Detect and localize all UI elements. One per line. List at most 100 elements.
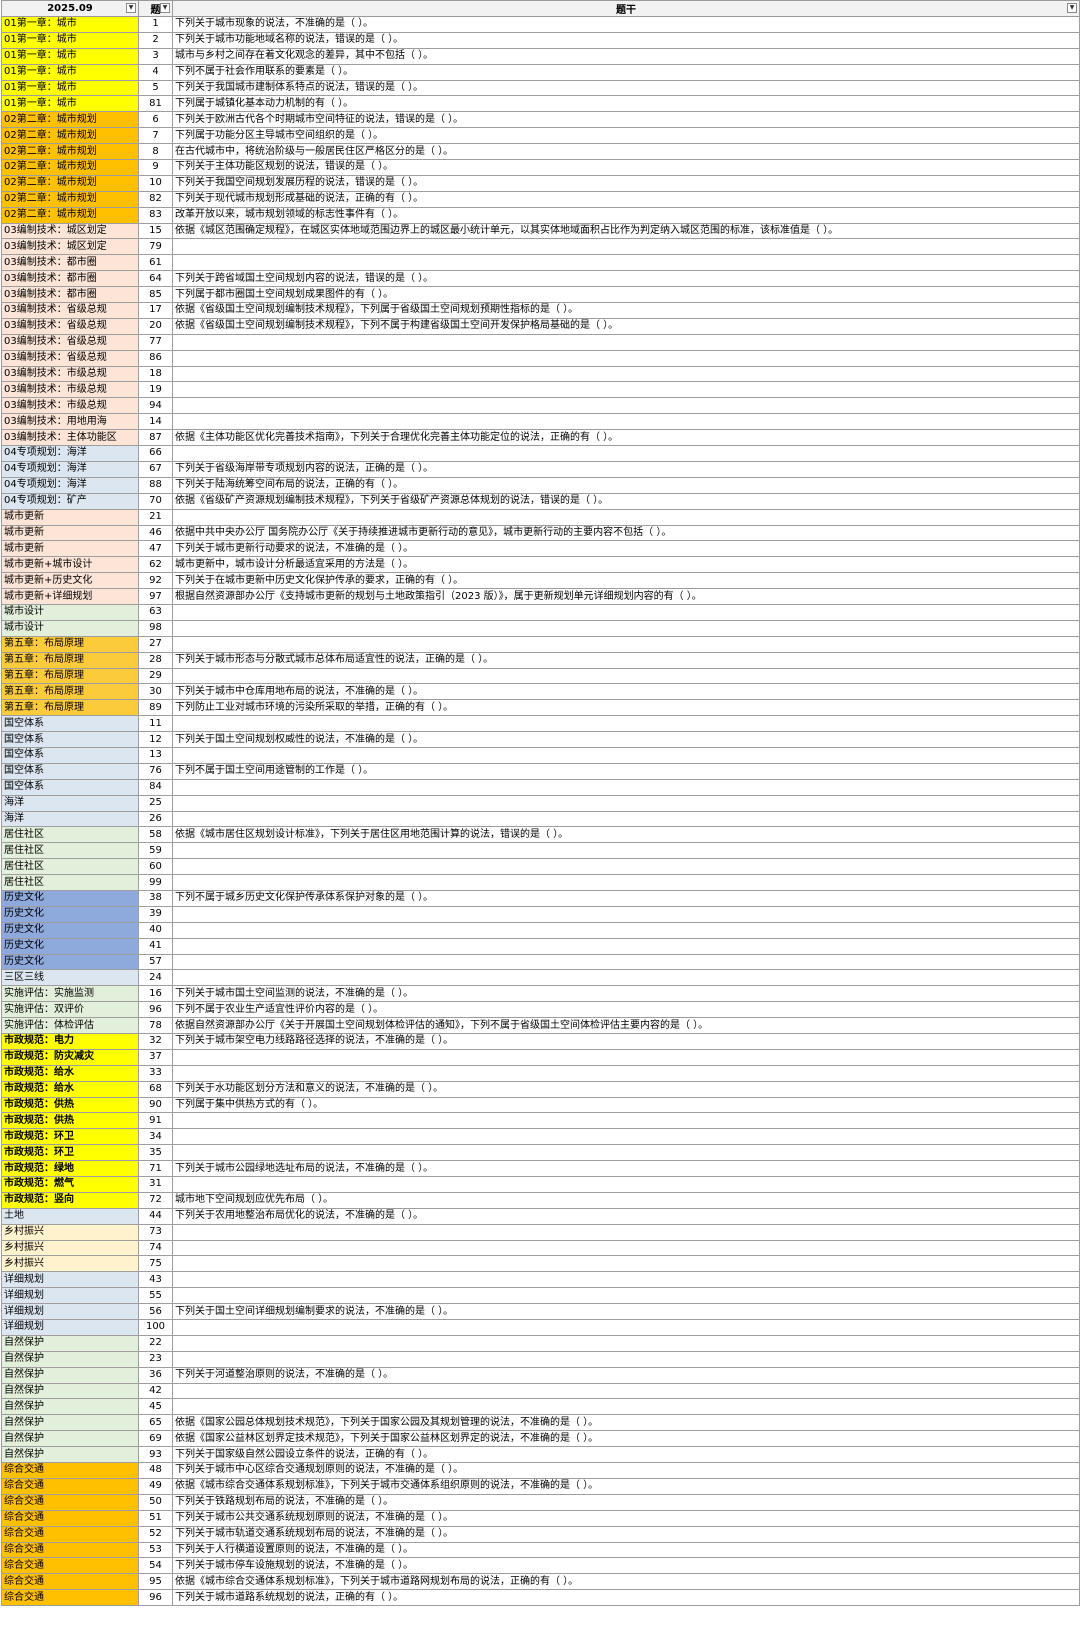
question-cell[interactable] bbox=[172, 858, 1080, 876]
question-cell[interactable]: 下列属于集中供热方式的有（ ）。 bbox=[172, 1096, 1080, 1114]
number-cell[interactable]: 9 bbox=[138, 159, 173, 176]
question-cell[interactable] bbox=[172, 1319, 1080, 1336]
table-row[interactable]: 城市更新 46 依据中共中央办公厅 国务院办公厅《关于持续推进城市更新行动的意见》，… bbox=[1, 524, 1080, 542]
question-cell[interactable] bbox=[172, 1144, 1080, 1162]
category-cell[interactable]: 02第二章：城市规划 bbox=[1, 159, 139, 176]
category-cell[interactable]: 市政规范：绿地 bbox=[1, 1160, 139, 1178]
table-row[interactable]: 土地 44 下列关于农用地整治布局优化的说法，不准确的是（ ）。 bbox=[1, 1207, 1080, 1225]
category-cell[interactable]: 综合交通 bbox=[1, 1557, 139, 1575]
table-row[interactable]: 第五章：布局原理 89 下列防止工业对城市环境的污染所采取的举措，正确的有（ ）。 bbox=[1, 699, 1080, 717]
table-row[interactable]: 自然保护 36 下列关于河道整治原则的说法，不准确的是（ ）。 bbox=[1, 1366, 1080, 1384]
number-cell[interactable]: 5 bbox=[138, 79, 173, 97]
number-cell[interactable]: 90 bbox=[138, 1096, 173, 1114]
table-row[interactable]: 居住社区 60 bbox=[1, 858, 1080, 876]
number-cell[interactable]: 95 bbox=[138, 1573, 173, 1591]
question-cell[interactable]: 依据《城区范围确定规程》，在城区实体地域范围边界上的城区最小统计单元，以其实体地… bbox=[172, 222, 1080, 240]
table-row[interactable]: 03编制技术：省级总规 20 依据《省级国土空间规划编制技术规程》，下列不属于构建省… bbox=[1, 317, 1080, 335]
question-cell[interactable] bbox=[172, 810, 1080, 828]
category-cell[interactable]: 城市更新 bbox=[1, 540, 139, 558]
question-cell[interactable] bbox=[172, 1048, 1080, 1066]
number-cell[interactable]: 89 bbox=[138, 699, 173, 717]
category-cell[interactable]: 02第二章：城市规划 bbox=[1, 206, 139, 224]
question-cell[interactable] bbox=[172, 635, 1080, 653]
table-row[interactable]: 自然保护 23 bbox=[1, 1350, 1080, 1368]
table-row[interactable]: 04专项规划：海洋 88 下列关于陆海统筹空间布局的说法，正确的有（ ）。 bbox=[1, 476, 1080, 494]
table-row[interactable]: 综合交通 96 下列关于城市道路系统规划的说法，正确的有（ ）。 bbox=[1, 1589, 1080, 1607]
question-cell[interactable]: 依据《城市综合交通体系规划标准》，下列关于城市交通体系组织原则的说法，不准确的是… bbox=[172, 1477, 1080, 1495]
table-row[interactable]: 综合交通 48 下列关于城市中心区综合交通规划原则的说法，不准确的是（ ）。 bbox=[1, 1462, 1080, 1479]
number-cell[interactable]: 32 bbox=[138, 1033, 173, 1050]
table-row[interactable]: 详细规划 43 bbox=[1, 1271, 1080, 1289]
table-row[interactable]: 03编制技术：用地用海 14 bbox=[1, 413, 1080, 431]
number-cell[interactable]: 39 bbox=[138, 905, 173, 923]
number-cell[interactable]: 88 bbox=[138, 476, 173, 494]
question-cell[interactable] bbox=[172, 365, 1080, 383]
category-cell[interactable]: 03编制技术：用地用海 bbox=[1, 413, 139, 431]
number-cell[interactable]: 77 bbox=[138, 333, 173, 351]
question-cell[interactable] bbox=[172, 1112, 1080, 1130]
category-cell[interactable]: 自然保护 bbox=[1, 1446, 139, 1464]
question-cell[interactable]: 依据《国家公园总体规划技术规范》，下列关于国家公园及其规划管理的说法，不准确的是… bbox=[172, 1414, 1080, 1432]
number-cell[interactable]: 93 bbox=[138, 1446, 173, 1464]
question-cell[interactable]: 下列关于在城市更新中历史文化保护传承的要求，正确的有（ ）。 bbox=[172, 572, 1080, 590]
question-cell[interactable] bbox=[172, 778, 1080, 796]
table-row[interactable]: 02第二章：城市规划 7 下列属于功能分区主导城市空间组织的是（ ）。 bbox=[1, 127, 1080, 145]
category-cell[interactable]: 海洋 bbox=[1, 810, 139, 828]
number-cell[interactable]: 52 bbox=[138, 1525, 173, 1543]
question-cell[interactable] bbox=[172, 667, 1080, 685]
category-cell[interactable]: 土地 bbox=[1, 1207, 139, 1225]
number-cell[interactable]: 64 bbox=[138, 270, 173, 288]
category-cell[interactable]: 01第一章：城市 bbox=[1, 63, 139, 81]
table-row[interactable]: 国空体系 76 下列不属于国土空间用途管制的工作是（ ）。 bbox=[1, 762, 1080, 780]
table-row[interactable]: 自然保护 93 下列关于国家级自然公园设立条件的说法，正确的有（ ）。 bbox=[1, 1446, 1080, 1464]
question-cell[interactable] bbox=[172, 1398, 1080, 1416]
category-cell[interactable]: 04专项规划：矿产 bbox=[1, 492, 139, 510]
table-row[interactable]: 市政规范：供热 90 下列属于集中供热方式的有（ ）。 bbox=[1, 1096, 1080, 1114]
table-row[interactable]: 自然保护 22 bbox=[1, 1334, 1080, 1352]
table-row[interactable]: 第五章：布局原理 30 下列关于城市中仓库用地布局的说法，不准确的是（ ）。 bbox=[1, 683, 1080, 701]
category-cell[interactable]: 01第一章：城市 bbox=[1, 95, 139, 113]
table-row[interactable]: 03编制技术：主体功能区 87 依据《主体功能区优化完善技术指南》，下列关于合理优化… bbox=[1, 429, 1080, 447]
question-cell[interactable]: 下列关于我国城市建制体系特点的说法，错误的是（ ）。 bbox=[172, 79, 1080, 97]
question-cell[interactable] bbox=[172, 874, 1080, 891]
category-cell[interactable]: 市政规范：竖向 bbox=[1, 1191, 139, 1209]
question-cell[interactable]: 下列关于城市更新行动要求的说法，不准确的是（ ）。 bbox=[172, 540, 1080, 558]
table-row[interactable]: 详细规划 56 下列关于国土空间详细规划编制要求的说法，不准确的是（ ）。 bbox=[1, 1303, 1080, 1321]
number-cell[interactable]: 38 bbox=[138, 889, 173, 907]
category-cell[interactable]: 第五章：布局原理 bbox=[1, 651, 139, 669]
category-cell[interactable]: 01第一章：城市 bbox=[1, 47, 139, 65]
number-cell[interactable]: 34 bbox=[138, 1128, 173, 1146]
table-row[interactable]: 城市更新+详细规划 97 根据自然资源部办公厅《支持城市更新的规划与土地政策指引（2… bbox=[1, 588, 1080, 605]
table-row[interactable]: 01第一章：城市 5 下列关于我国城市建制体系特点的说法，错误的是（ ）。 bbox=[1, 79, 1080, 97]
header-category[interactable]: 2025.09 ▼ bbox=[1, 0, 139, 17]
table-row[interactable]: 历史文化 40 bbox=[1, 921, 1080, 939]
table-row[interactable]: 国空体系 84 bbox=[1, 778, 1080, 796]
question-cell[interactable] bbox=[172, 381, 1080, 399]
category-cell[interactable]: 实施评估：实施监测 bbox=[1, 985, 139, 1003]
number-cell[interactable]: 100 bbox=[138, 1319, 173, 1336]
category-cell[interactable]: 市政规范：供热 bbox=[1, 1096, 139, 1114]
table-row[interactable]: 02第二章：城市规划 83 改革开放以来，城市规划领域的标志性事件有（ ）。 bbox=[1, 206, 1080, 224]
number-cell[interactable]: 26 bbox=[138, 810, 173, 828]
number-cell[interactable]: 62 bbox=[138, 556, 173, 574]
category-cell[interactable]: 03编制技术：省级总规 bbox=[1, 302, 139, 319]
category-cell[interactable]: 历史文化 bbox=[1, 889, 139, 907]
question-cell[interactable]: 下列关于城市国土空间监测的说法，不准确的是（ ）。 bbox=[172, 985, 1080, 1003]
question-cell[interactable]: 下列关于河道整治原则的说法，不准确的是（ ）。 bbox=[172, 1366, 1080, 1384]
category-cell[interactable]: 详细规划 bbox=[1, 1303, 139, 1321]
question-cell[interactable]: 依据自然资源部办公厅《关于开展国土空间规划体检评估的通知》，下列不属于省级国土空… bbox=[172, 1017, 1080, 1034]
table-row[interactable]: 综合交通 49 依据《城市综合交通体系规划标准》，下列关于城市交通体系组织原则的说法… bbox=[1, 1477, 1080, 1495]
number-cell[interactable]: 50 bbox=[138, 1493, 173, 1511]
category-cell[interactable]: 04专项规划：海洋 bbox=[1, 476, 139, 494]
number-cell[interactable]: 66 bbox=[138, 445, 173, 462]
category-cell[interactable]: 城市更新 bbox=[1, 508, 139, 526]
question-cell[interactable] bbox=[172, 794, 1080, 812]
table-row[interactable]: 自然保护 65 依据《国家公园总体规划技术规范》，下列关于国家公园及其规划管理的说法… bbox=[1, 1414, 1080, 1432]
question-cell[interactable]: 下列关于陆海统筹空间布局的说法，正确的有（ ）。 bbox=[172, 476, 1080, 494]
category-cell[interactable]: 乡村振兴 bbox=[1, 1223, 139, 1241]
category-cell[interactable]: 海洋 bbox=[1, 794, 139, 812]
category-cell[interactable]: 市政规范：燃气 bbox=[1, 1176, 139, 1193]
category-cell[interactable]: 详细规划 bbox=[1, 1319, 139, 1336]
number-cell[interactable]: 70 bbox=[138, 492, 173, 510]
table-row[interactable]: 03编制技术：都市圈 85 下列属于都市圈国土空间规划成果图件的有（ ）。 bbox=[1, 286, 1080, 304]
